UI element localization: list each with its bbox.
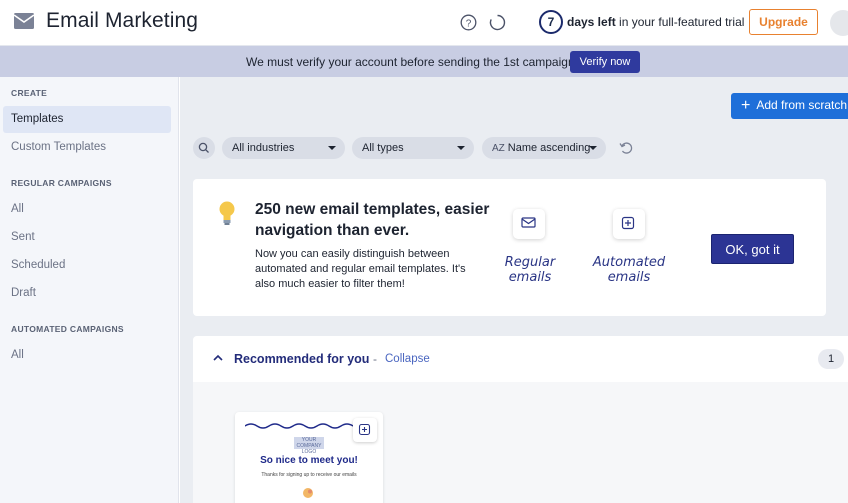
verify-account-banner: We must verify your account before sendi… (0, 46, 848, 77)
chevron-up-icon[interactable] (212, 352, 224, 364)
sidebar-item-regular-all[interactable]: All (11, 203, 24, 215)
main-content: + Add from scratch All industries All typ… (180, 77, 848, 503)
sidebar-item-draft[interactable]: Draft (11, 287, 36, 299)
regular-emails-label: Regular emails (504, 255, 556, 285)
mail-icon (521, 217, 536, 228)
help-icon[interactable]: ? (460, 14, 477, 31)
recommended-templates-list: YOUR COMPANY LOGO So nice to meet you! T… (193, 382, 848, 503)
sidebar: CREATE Templates Custom Templates REGULA… (0, 77, 179, 503)
banner-message: We must verify your account before sendi… (246, 55, 578, 69)
svg-text:?: ? (466, 18, 472, 29)
automated-emails-label: Automated emails (592, 255, 666, 285)
template-card[interactable]: YOUR COMPANY LOGO So nice to meet you! T… (235, 412, 383, 503)
type-filter-value: All types (362, 142, 404, 154)
trial-status-text: days left in your full-featured trial (567, 15, 745, 29)
template-logo-placeholder: YOUR COMPANY LOGO (294, 437, 324, 455)
loading-icon (489, 14, 506, 31)
plus-icon: + (741, 97, 751, 114)
upgrade-button[interactable]: Upgrade (749, 9, 818, 35)
avatar[interactable] (830, 10, 848, 36)
title-separator: - (373, 352, 377, 366)
announcement-card: 250 new email templates, easier navigati… (193, 179, 826, 316)
type-filter-dropdown[interactable]: All types (352, 137, 474, 159)
sidebar-item-templates[interactable]: Templates (3, 106, 171, 133)
template-subtext: Thanks for signing up to receive our ema… (261, 472, 357, 478)
sort-value: Name ascending (507, 142, 591, 154)
trial-days-counter: 7 (539, 10, 563, 34)
sort-dropdown[interactable]: AZ Name ascending (482, 137, 606, 159)
verify-now-button[interactable]: Verify now (570, 51, 640, 73)
automated-email-tile (613, 209, 645, 239)
template-heading: So nice to meet you! (260, 455, 358, 466)
sidebar-section-create: CREATE (11, 88, 48, 98)
email-icon (13, 13, 35, 29)
announcement-title: 250 new email templates, easier navigati… (255, 201, 490, 239)
industry-filter-value: All industries (232, 142, 295, 154)
sidebar-section-automated-campaigns: AUTOMATED CAMPAIGNS (11, 324, 124, 334)
sort-az-icon: AZ (492, 143, 505, 154)
reset-filters-icon[interactable] (618, 140, 634, 156)
sidebar-item-sent[interactable]: Sent (11, 231, 35, 243)
waving-hand-icon (303, 488, 313, 498)
lightbulb-icon (219, 201, 235, 225)
sidebar-item-automated-all[interactable]: All (11, 349, 24, 361)
chevron-down-icon (589, 146, 597, 150)
search-icon (198, 142, 209, 153)
recommended-count-badge: 1 (818, 349, 844, 369)
sidebar-item-custom-templates[interactable]: Custom Templates (11, 141, 106, 153)
ok-got-it-button[interactable]: OK, got it (711, 234, 794, 264)
recommended-title: Recommended for you (234, 352, 370, 366)
search-button[interactable] (193, 137, 215, 159)
recommended-section-header[interactable]: Recommended for you - Collapse 1 (193, 336, 848, 382)
app-title: Email Marketing (46, 9, 199, 32)
top-header: Email Marketing ? 7 days left in your fu… (0, 0, 848, 46)
chevron-down-icon (328, 146, 336, 150)
wave-decoration (245, 423, 353, 429)
sidebar-item-scheduled[interactable]: Scheduled (11, 259, 65, 271)
industry-filter-dropdown[interactable]: All industries (222, 137, 345, 159)
chevron-down-icon (457, 146, 465, 150)
sidebar-section-regular-campaigns: REGULAR CAMPAIGNS (11, 178, 112, 188)
announcement-body: Now you can easily distinguish between a… (255, 248, 466, 290)
use-template-button[interactable] (353, 418, 377, 442)
add-template-icon (358, 423, 371, 436)
regular-email-tile (513, 209, 545, 239)
add-from-scratch-button[interactable]: + Add from scratch (731, 93, 848, 119)
automation-icon (621, 216, 635, 230)
collapse-link[interactable]: Collapse (385, 353, 430, 365)
